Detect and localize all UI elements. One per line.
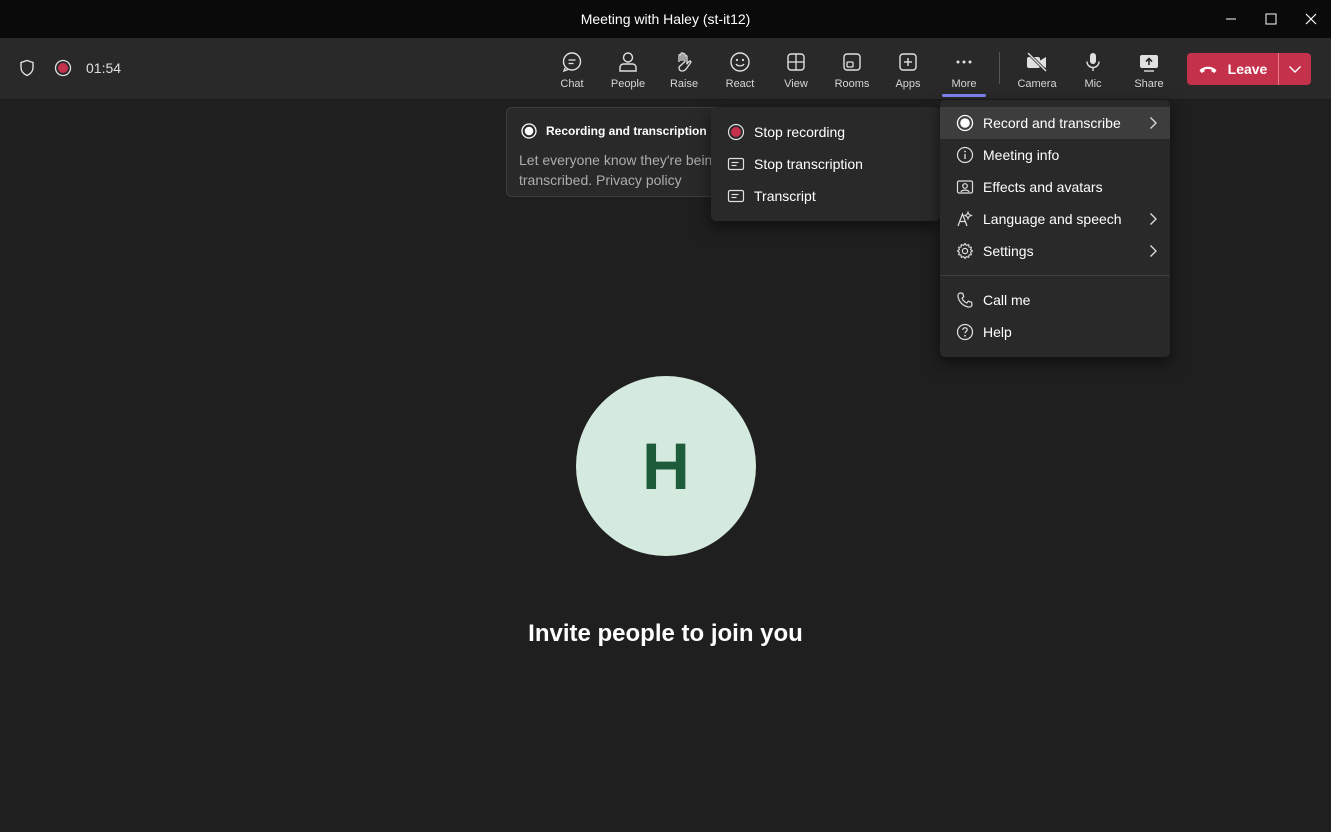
chevron-right-icon [1150, 213, 1157, 225]
menu-item-label: Settings [983, 243, 1034, 259]
record-icon [727, 123, 745, 141]
more-label: More [951, 78, 977, 90]
react-label: React [725, 78, 755, 90]
mic-icon [1086, 53, 1100, 71]
language-icon [957, 210, 973, 227]
meeting-toolbar: 01:54 Chat People Raise React View Rooms… [0, 38, 1331, 100]
meeting-status: 01:54 [18, 59, 121, 77]
chat-button[interactable]: Chat [544, 38, 600, 100]
close-button[interactable] [1291, 0, 1331, 38]
camera-label: Camera [1017, 78, 1057, 90]
menu-item-label: Record and transcribe [983, 115, 1121, 131]
recording-notice: Recording and transcription Let everyone… [506, 107, 726, 197]
help-item[interactable]: Help [940, 316, 1170, 348]
avatar: H [576, 376, 756, 556]
raise-label: Raise [669, 78, 699, 90]
title-bar: Meeting with Haley (st-it12) [0, 0, 1331, 38]
menu-item-label: Meeting info [983, 147, 1060, 163]
mic-button[interactable]: Mic [1065, 38, 1121, 100]
more-icon [956, 60, 972, 64]
view-button[interactable]: View [768, 38, 824, 100]
menu-item-label: Transcript [754, 188, 816, 204]
grid-view-icon [787, 53, 805, 71]
maximize-button[interactable] [1251, 0, 1291, 38]
record-and-transcribe-item[interactable]: Record and transcribe [940, 107, 1170, 139]
camera-off-icon [1026, 51, 1048, 73]
people-label: People [610, 78, 646, 90]
record-icon [521, 123, 537, 139]
stop-transcription-item[interactable]: Stop transcription [711, 148, 940, 180]
share-icon [1140, 55, 1158, 72]
apps-button[interactable]: Apps [880, 38, 936, 100]
phone-icon [957, 292, 973, 308]
settings-item[interactable]: Settings [940, 235, 1170, 267]
chat-label: Chat [560, 78, 584, 90]
call-me-item[interactable]: Call me [940, 284, 1170, 316]
minimize-button[interactable] [1211, 0, 1251, 38]
chevron-down-icon [1289, 66, 1301, 73]
notice-header: Recording and transcription [521, 123, 707, 139]
menu-divider [940, 275, 1170, 276]
stop-recording-item[interactable]: Stop recording [711, 116, 940, 148]
chevron-right-icon [1150, 117, 1157, 129]
share-label: Share [1134, 78, 1164, 90]
invite-text: Invite people to join you [528, 620, 803, 647]
more-active-indicator [942, 94, 986, 97]
shield-icon [20, 59, 34, 77]
help-icon [956, 323, 974, 341]
apps-label: Apps [895, 78, 921, 90]
record-submenu: Stop recording Stop transcription Transc… [711, 107, 940, 221]
record-icon [956, 114, 974, 132]
people-button[interactable]: People [600, 38, 656, 100]
raise-hand-icon [678, 52, 692, 72]
effects-and-avatars-item[interactable]: Effects and avatars [940, 171, 1170, 203]
chat-icon [562, 52, 582, 73]
language-and-speech-item[interactable]: Language and speech [940, 203, 1170, 235]
people-icon [619, 52, 637, 72]
more-button[interactable]: More [936, 38, 992, 100]
add-app-icon [899, 53, 917, 71]
info-icon [956, 146, 974, 164]
transcript-item[interactable]: Transcript [711, 180, 940, 212]
more-menu: Record and transcribe Meeting info Effec… [940, 100, 1170, 357]
minimize-icon [1226, 18, 1236, 20]
transcript-icon [727, 157, 745, 171]
gear-icon [956, 242, 974, 260]
leave-button[interactable]: Leave [1187, 53, 1278, 85]
share-button[interactable]: Share [1121, 38, 1177, 100]
raise-hand-button[interactable]: Raise [656, 38, 712, 100]
menu-item-label: Call me [983, 292, 1031, 308]
hang-up-icon [1199, 66, 1217, 73]
close-icon [1305, 13, 1317, 25]
chevron-right-icon [1150, 245, 1157, 257]
meeting-info-item[interactable]: Meeting info [940, 139, 1170, 171]
notice-body: Let everyone know they're being transcri… [519, 152, 721, 188]
menu-item-label: Effects and avatars [983, 179, 1103, 195]
leave-options-button[interactable] [1279, 53, 1311, 85]
transcript-icon [727, 189, 745, 203]
effects-icon [956, 180, 974, 194]
menu-item-label: Language and speech [983, 211, 1122, 227]
window-title: Meeting with Haley (st-it12) [580, 11, 751, 27]
rooms-button[interactable]: Rooms [824, 38, 880, 100]
leave-label: Leave [1227, 61, 1268, 77]
notice-title: Recording and transcription [546, 124, 707, 138]
react-button[interactable]: React [712, 38, 768, 100]
menu-item-label: Help [983, 324, 1012, 340]
rooms-icon [843, 53, 861, 71]
toolbar-divider [999, 52, 1000, 84]
meeting-timer: 01:54 [86, 60, 122, 76]
maximize-icon [1265, 13, 1277, 25]
smiley-icon [730, 52, 750, 72]
menu-item-label: Stop recording [754, 124, 846, 140]
camera-button[interactable]: Camera [1009, 38, 1065, 100]
leave-button-group: Leave [1187, 53, 1311, 85]
mic-label: Mic [1084, 78, 1102, 90]
rooms-label: Rooms [834, 78, 870, 90]
recording-indicator-icon [54, 59, 72, 77]
menu-item-label: Stop transcription [754, 156, 863, 172]
view-label: View [784, 78, 808, 90]
